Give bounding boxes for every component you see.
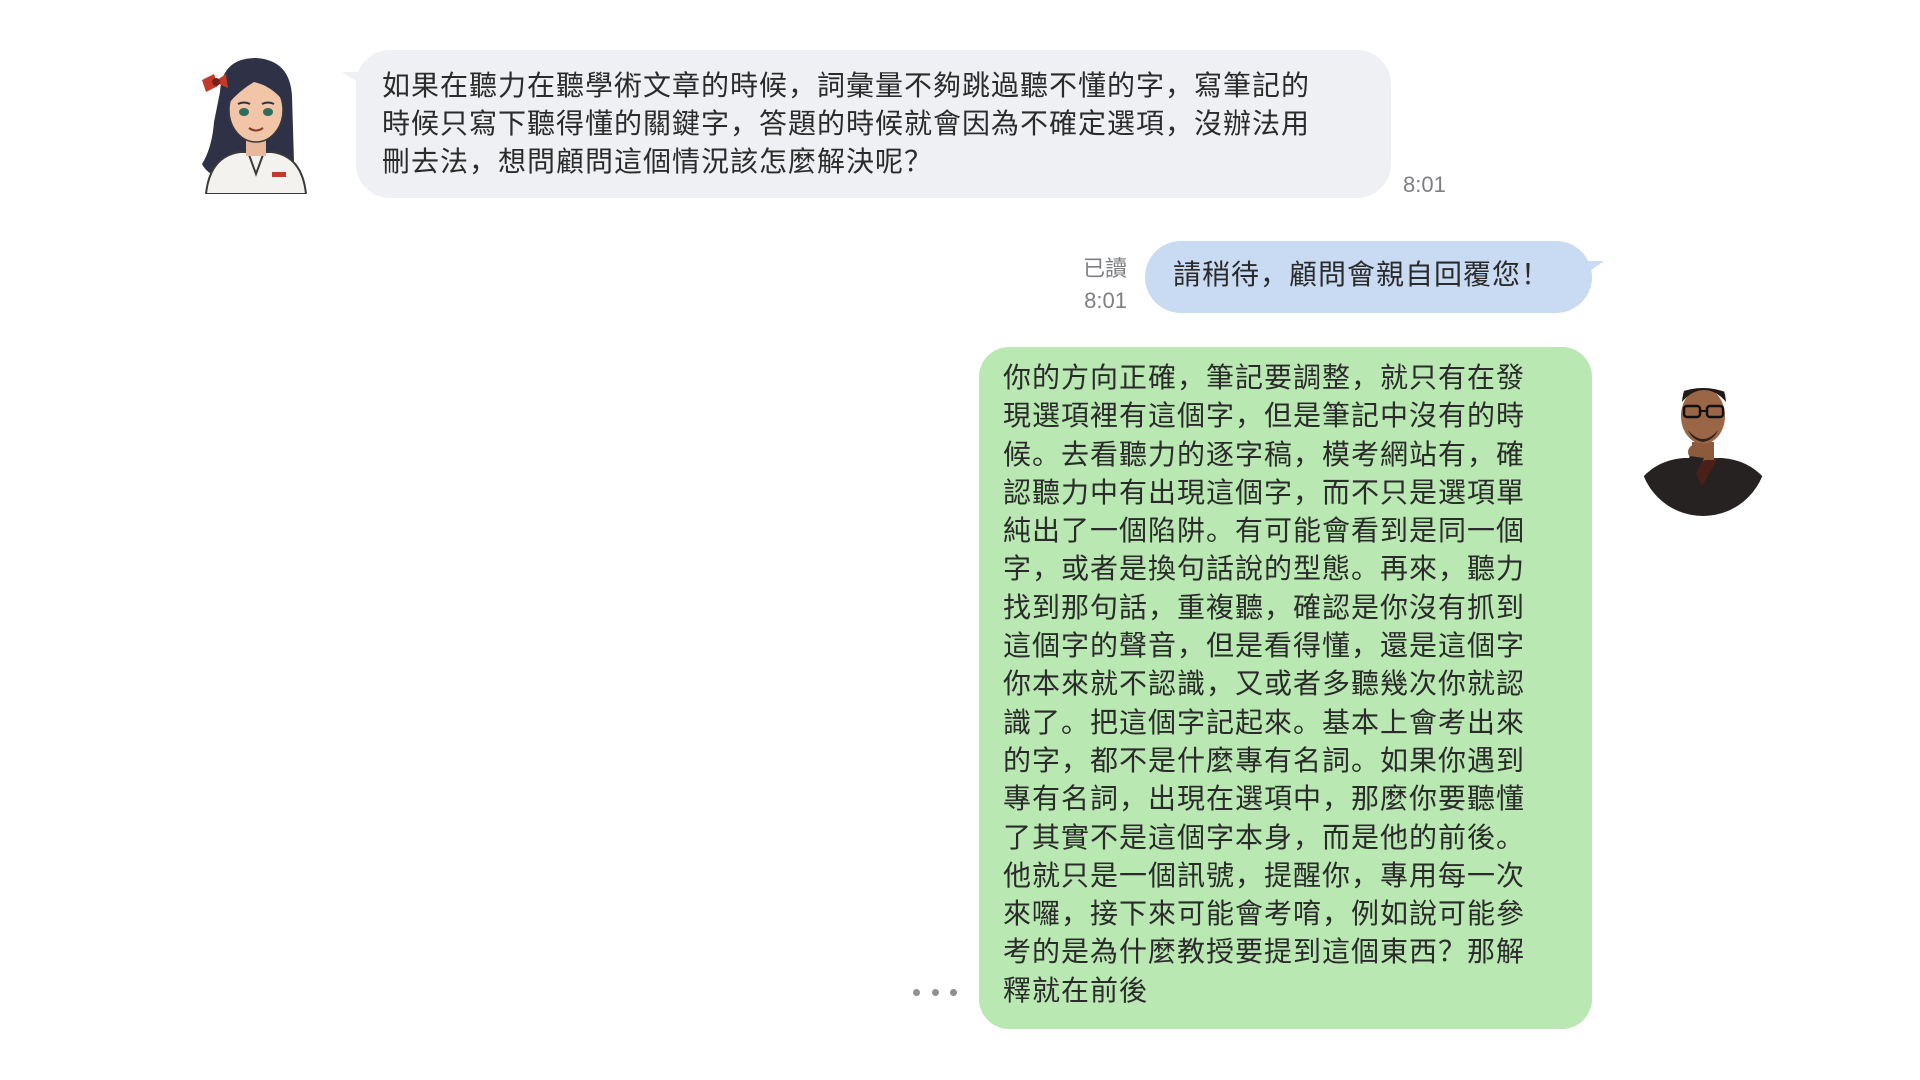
incoming-message-time: 8:01 [1403,172,1446,197]
incoming-message-text: 如果在聽力在聽學術文章的時候，詞彙量不夠跳過聽不懂的字，寫筆記的 時候只寫下聽得… [382,69,1311,178]
advisor-reply-text: 你的方向正確，筆記要調整，就只有在發 現選項裡有這個字，但是筆記中沒有的時 候。… [1003,361,1526,1007]
advisor-avatar[interactable] [1638,366,1768,518]
incoming-message-bubble[interactable]: 如果在聽力在聽學術文章的時候，詞彙量不夠跳過聽不懂的字，寫筆記的 時候只寫下聽得… [342,50,1391,198]
sent-message-meta: 已讀 8:01 [1079,253,1127,317]
sent-message-time: 8:01 [1084,288,1127,313]
dot [913,989,920,996]
auto-reply-bubble[interactable]: 請稍待，顧問會親自回覆您！ [1145,241,1604,313]
auto-reply-text: 請稍待，顧問會親自回覆您！ [1173,258,1551,291]
more-dots-icon[interactable] [913,989,957,997]
advisor-reply-bubble[interactable]: 你的方向正確，筆記要調整，就只有在發 現選項裡有這個字，但是筆記中沒有的時 候。… [979,347,1592,1029]
dot [950,989,957,996]
dot [931,989,939,996]
chat-screen: 如果在聽力在聽學術文章的時候，詞彙量不夠跳過聽不懂的字，寫筆記的 時候只寫下聽得… [0,0,1920,1080]
read-status: 已讀 [1082,256,1127,281]
student-avatar[interactable] [192,52,314,194]
